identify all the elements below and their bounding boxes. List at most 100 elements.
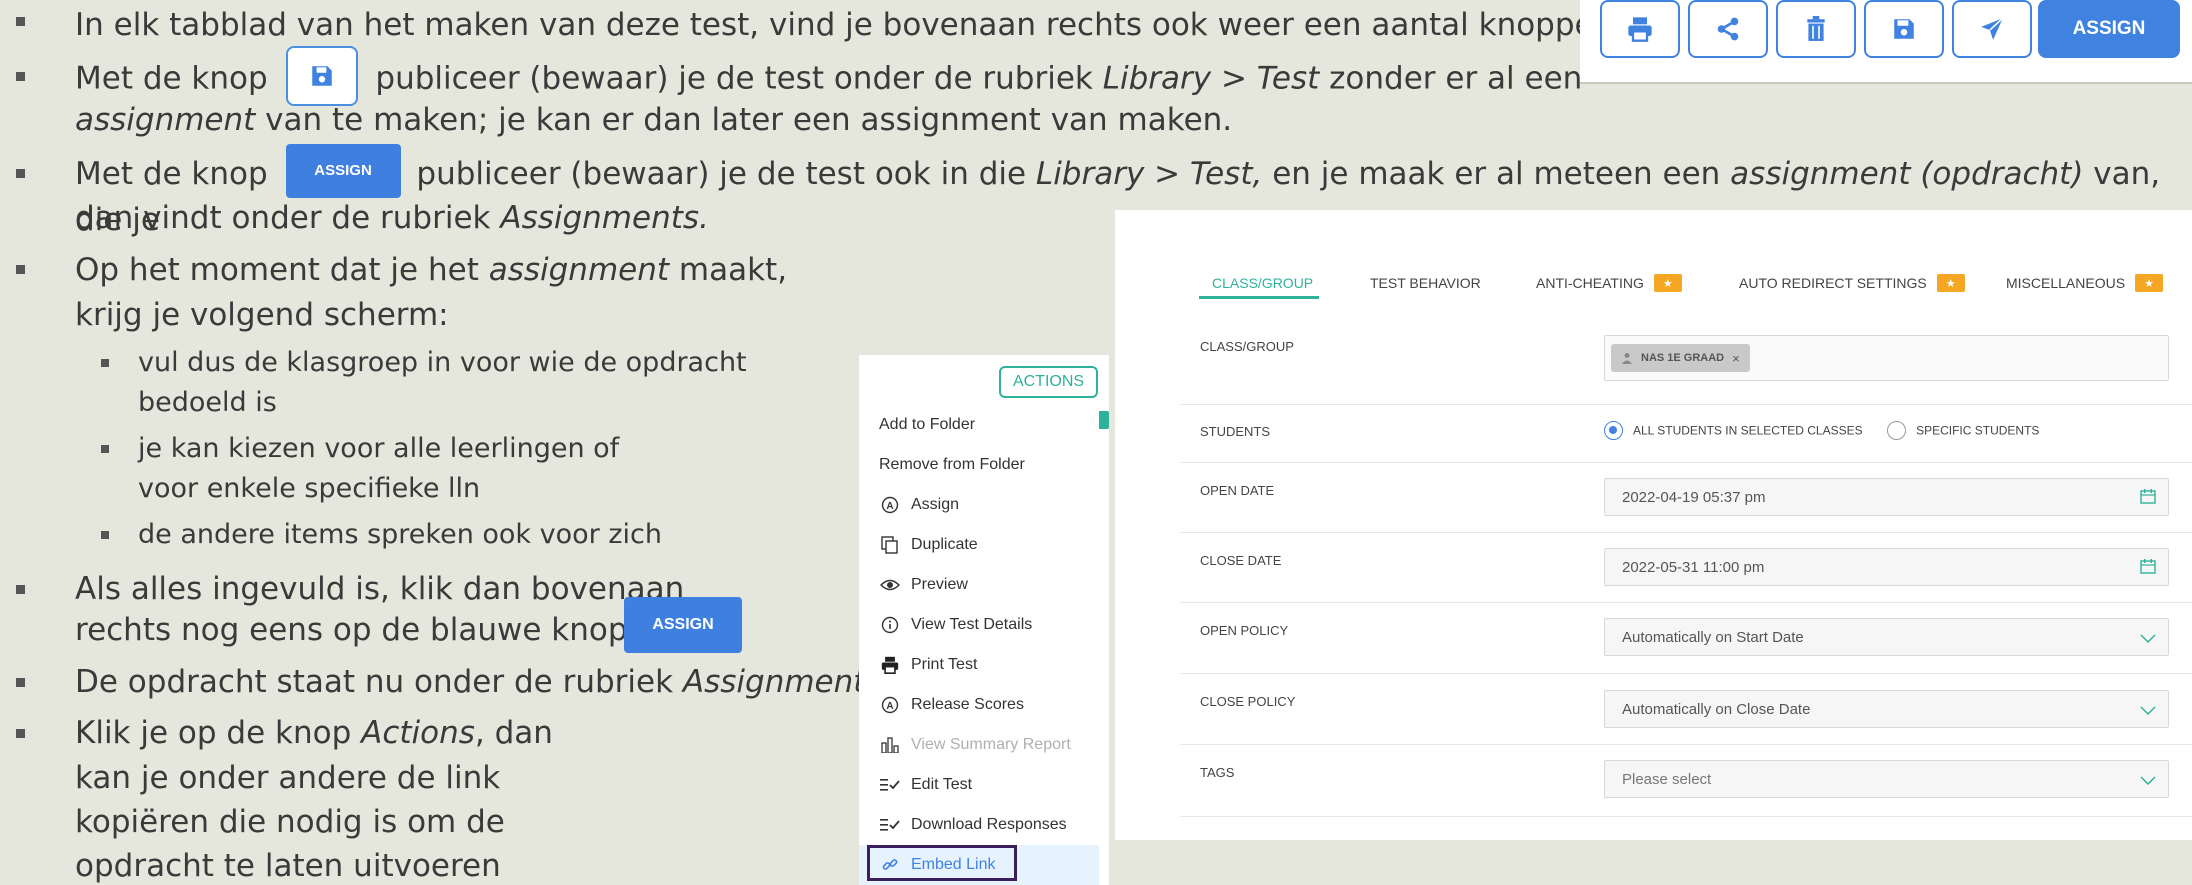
assign-button[interactable]: ASSIGN <box>2038 0 2180 58</box>
bullet <box>16 169 25 178</box>
text-em: Assignments <box>682 664 882 700</box>
students-label: STUDENTS <box>1200 424 1271 439</box>
open-date-label: OPEN DATE <box>1200 483 1275 498</box>
delete-button[interactable] <box>1776 0 1856 58</box>
menu-item-view-summary-report[interactable]: View Summary Report <box>859 725 1099 765</box>
close-date-label: CLOSE DATE <box>1200 553 1282 568</box>
open-policy-value: Automatically on Start Date <box>1622 628 1804 646</box>
actions-panel: ACTIONS Add to Folder Remove from Folder… <box>859 355 1109 885</box>
sub-bullet <box>101 531 109 539</box>
open-date-value: 2022-04-19 05:37 pm <box>1622 488 1766 506</box>
menu-item-duplicate[interactable]: Duplicate <box>859 525 1099 565</box>
tab-class-group[interactable]: CLASS/GROUP <box>1212 260 1313 306</box>
bar-chart-icon <box>879 737 901 753</box>
slide-line: kan je onder andere de link <box>75 760 501 796</box>
menu-item-download-responses[interactable]: Download Responses <box>859 805 1099 845</box>
menu-item-print-test[interactable]: Print Test <box>859 645 1099 685</box>
save-icon <box>1894 19 1914 39</box>
text-em: Assignments. <box>500 200 709 236</box>
menu-item-label: Print Test <box>911 656 978 673</box>
close-policy-select[interactable]: Automatically on Close Date <box>1604 690 2169 728</box>
text-span: Met de knop <box>75 60 268 97</box>
text-span: dan vindt onder de rubriek <box>75 200 491 236</box>
open-policy-label: OPEN POLICY <box>1200 623 1289 638</box>
sub-line: vul dus de klasgroep in voor wie de opdr… <box>138 347 747 378</box>
text-span: van te maken; je kan er dan later een as… <box>265 102 1233 138</box>
chip-label: NAS 1E GRAAD <box>1641 352 1725 364</box>
menu-item-release-scores[interactable]: A Release Scores <box>859 685 1099 725</box>
text-span: en je maak er al meteen een <box>1272 156 1721 192</box>
slide-line: krijg je volgend scherm: <box>75 297 449 333</box>
tab-anti-cheating[interactable]: ANTI-CHEATING ★ <box>1536 260 1682 306</box>
open-policy-select[interactable]: Automatically on Start Date <box>1604 618 2169 656</box>
bullet <box>16 72 25 81</box>
share-icon <box>1717 17 1739 41</box>
menu-item-remove-from-folder[interactable]: Remove from Folder <box>859 445 1099 485</box>
publish-button[interactable] <box>1952 0 2032 58</box>
slide-line: Klik je op de knop Actions, dan <box>75 711 553 755</box>
trash-icon <box>1807 16 1825 41</box>
bullet <box>16 678 25 687</box>
tags-placeholder: Please select <box>1622 770 1712 788</box>
chevron-down-icon <box>2140 773 2156 790</box>
menu-item-add-to-folder[interactable]: Add to Folder <box>859 405 1099 445</box>
sub-line: voor enkele specifieke lln <box>138 473 481 504</box>
text-span: Klik je op de knop <box>75 715 352 751</box>
print-button[interactable] <box>1600 0 1680 58</box>
menu-item-embed-link[interactable]: Embed Link <box>859 845 1099 885</box>
send-icon <box>1981 17 2004 40</box>
menu-item-assign[interactable]: A Assign <box>859 485 1099 525</box>
tab-label: TEST BEHAVIOR <box>1370 275 1481 291</box>
bullet <box>16 17 25 26</box>
menu-item-label: Release Scores <box>911 696 1024 713</box>
bullet <box>16 265 25 274</box>
radio-specific-students[interactable] <box>1887 421 1907 440</box>
open-date-row: OPEN DATE 2022-04-19 05:37 pm <box>1180 463 2192 533</box>
menu-item-edit-test[interactable]: Edit Test <box>859 765 1099 805</box>
slide-line: rechts nog eens op de blauwe knop <box>75 612 628 648</box>
open-policy-row: OPEN POLICY Automatically on Start Date <box>1180 603 2192 674</box>
tab-miscellaneous[interactable]: MISCELLANEOUS ★ <box>2006 260 2164 306</box>
text-em: Library > Test <box>1102 60 1320 97</box>
menu-item-view-test-details[interactable]: View Test Details <box>859 605 1099 645</box>
close-policy-value: Automatically on Close Date <box>1622 700 1811 718</box>
eye-icon <box>879 578 901 592</box>
share-button[interactable] <box>1688 0 1768 58</box>
menu-item-label: Add to Folder <box>879 416 976 433</box>
menu-item-preview[interactable]: Preview <box>859 565 1099 605</box>
save-button[interactable] <box>1864 0 1944 58</box>
chip-remove-icon[interactable]: × <box>1732 351 1740 366</box>
text-em: Library > Test, <box>1035 156 1263 192</box>
text-span: zonder er al een <box>1329 60 1583 97</box>
close-date-row: CLOSE DATE 2022-05-31 11:00 pm <box>1180 533 2192 603</box>
tags-select[interactable]: Please select <box>1604 760 2169 798</box>
students-radio-group: ALL STUDENTS IN SELECTED CLASSES SPECIFI… <box>1604 421 2039 440</box>
sub-line: bedoeld is <box>138 387 277 418</box>
text-span: maakt, <box>678 252 788 288</box>
class-group-label: CLASS/GROUP <box>1200 339 1294 354</box>
class-group-select[interactable]: NAS 1E GRAAD × <box>1604 335 2169 381</box>
inline-save-button <box>285 46 358 106</box>
open-date-input[interactable]: 2022-04-19 05:37 pm <box>1604 478 2169 516</box>
text-span: publiceer (bewaar) je de test onder de r… <box>375 60 1093 97</box>
slide-line: De opdracht staat nu onder de rubriek As… <box>75 660 882 704</box>
list-check-icon <box>879 778 901 792</box>
tab-label: CLASS/GROUP <box>1212 275 1314 291</box>
close-date-input[interactable]: 2022-05-31 11:00 pm <box>1604 548 2169 586</box>
radio-all-students[interactable] <box>1604 421 1623 440</box>
star-icon: ★ <box>1653 274 1682 292</box>
tab-auto-redirect-settings[interactable]: AUTO REDIRECT SETTINGS ★ <box>1739 260 1965 306</box>
close-policy-label: CLOSE POLICY <box>1200 694 1296 709</box>
test-toolbar: ASSIGN <box>1580 0 2192 84</box>
list-check-icon <box>879 818 901 832</box>
tab-test-behavior[interactable]: TEST BEHAVIOR <box>1370 260 1481 306</box>
active-tab-indicator <box>1199 296 1319 299</box>
text-span: De opdracht staat nu onder de rubriek <box>75 664 674 700</box>
print-icon <box>879 656 901 674</box>
menu-item-label: Assign <box>911 496 960 513</box>
actions-button[interactable]: ACTIONS <box>999 366 1098 398</box>
calendar-icon[interactable] <box>2140 488 2156 508</box>
text-span: Met de knop <box>75 156 268 192</box>
sub-line: de andere items spreken ook voor zich <box>138 519 662 550</box>
calendar-icon[interactable] <box>2140 558 2156 578</box>
